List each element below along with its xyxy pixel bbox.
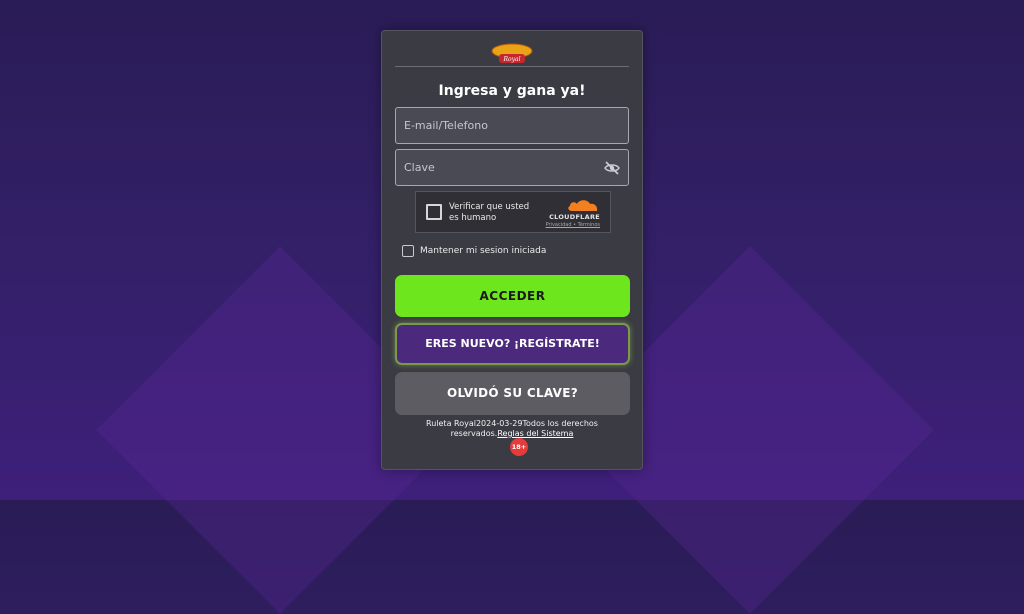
forgot-password-button[interactable]: OLVIDÓ SU CLAVE? — [395, 372, 630, 415]
captcha-legal-links[interactable]: Privacidad • Términos — [546, 222, 600, 228]
cloudflare-brand: CLOUDFLARE — [549, 213, 600, 221]
rules-link[interactable]: Reglas del Sistema — [497, 429, 573, 438]
cloudflare-cloud-icon — [568, 200, 598, 211]
footer: Ruleta Royal2024-03-29Todos los derechos… — [412, 419, 612, 439]
page-title: Ingresa y gana ya! — [438, 83, 586, 99]
password-field[interactable] — [395, 149, 629, 186]
password-input[interactable] — [404, 161, 594, 174]
eye-slash-icon[interactable] — [604, 160, 620, 176]
register-button[interactable]: ERES NUEVO? ¡REGÍSTRATE! — [395, 323, 630, 365]
login-button[interactable]: ACCEDER — [395, 275, 630, 317]
captcha-label: Verificar que usted es humano — [449, 202, 530, 223]
remember-me[interactable]: Mantener mi sesion iniciada — [402, 245, 546, 257]
age-badge: 18+ — [510, 438, 528, 456]
remember-checkbox[interactable] — [402, 245, 414, 257]
email-input[interactable] — [404, 119, 594, 132]
ruleta-royal-logo: Royal — [491, 43, 533, 63]
captcha-checkbox[interactable] — [426, 204, 442, 220]
login-card: Royal Ingresa y gana ya! Verificar que u… — [381, 30, 643, 470]
email-field[interactable] — [395, 107, 629, 144]
logo-divider — [395, 66, 629, 67]
logo: Royal — [382, 41, 642, 67]
svg-text:Royal: Royal — [502, 56, 520, 63]
captcha-widget: Verificar que usted es humano CLOUDFLARE… — [415, 191, 611, 233]
remember-label: Mantener mi sesion iniciada — [420, 246, 547, 256]
